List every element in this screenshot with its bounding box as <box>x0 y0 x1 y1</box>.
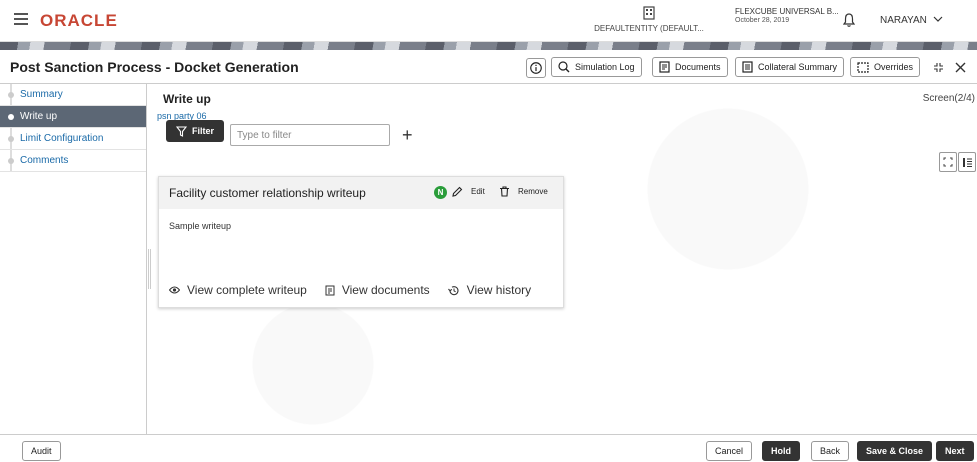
step-dot <box>8 158 14 164</box>
building-icon <box>643 6 655 20</box>
pencil-icon <box>452 186 463 197</box>
page-footer: Audit Cancel Hold Back Save & Close Next <box>0 434 977 462</box>
page-header: Post Sanction Process - Docket Generatio… <box>0 50 977 84</box>
expand-icon[interactable] <box>933 62 944 73</box>
funnel-icon <box>175 125 187 137</box>
collateral-summary-button[interactable]: Collateral Summary <box>735 57 845 77</box>
card-title: Facility customer relationship writeup <box>169 186 366 200</box>
bell-icon[interactable] <box>843 13 855 27</box>
cancel-button[interactable]: Cancel <box>706 441 753 461</box>
hold-button[interactable]: Hold <box>762 441 800 461</box>
view-complete-writeup-label: View complete writeup <box>187 283 307 297</box>
page-title: Post Sanction Process - Docket Generatio… <box>10 59 299 75</box>
oracle-logo: ORACLE <box>40 11 118 30</box>
sidebar-item-label: Limit Configuration <box>20 133 104 144</box>
sidebar-item-label: Summary <box>20 89 63 100</box>
remove-button[interactable]: Remove <box>499 186 548 197</box>
edit-button[interactable]: Edit <box>452 186 485 197</box>
card-header: Facility customer relationship writeup N… <box>159 177 563 209</box>
document-icon <box>325 285 335 295</box>
stage-sidebar: Summary Write up Limit Configuration Com… <box>0 84 147 434</box>
main-content: Write up Screen(2/4) psn party 06 Filter… <box>147 84 977 434</box>
filter-input[interactable] <box>230 124 390 146</box>
sidebar-item-summary[interactable]: Summary <box>0 84 146 106</box>
documents-label: Documents <box>675 62 721 72</box>
info-icon[interactable] <box>526 58 546 78</box>
remove-label: Remove <box>518 187 548 196</box>
panel-splitter[interactable] <box>148 249 151 289</box>
filter-button[interactable]: Filter <box>166 120 224 142</box>
add-icon[interactable]: + <box>402 126 413 144</box>
overrides-button[interactable]: Overrides <box>850 57 921 77</box>
view-documents-label: View documents <box>341 283 430 297</box>
eye-icon <box>169 286 180 294</box>
collateral-summary-label: Collateral Summary <box>758 62 838 72</box>
user-name: NARAYAN <box>880 15 927 26</box>
grid-view-toggle[interactable] <box>939 152 957 172</box>
product-info[interactable]: FLEXCUBE UNIVERSAL B... October 28, 2019 <box>735 7 839 26</box>
next-button[interactable]: Next <box>936 441 974 461</box>
collateral-icon <box>742 61 753 73</box>
overrides-label: Overrides <box>874 62 914 72</box>
simulation-icon <box>558 61 570 73</box>
filter-label: Filter <box>191 126 214 136</box>
view-history-label: View history <box>466 283 532 297</box>
back-button[interactable]: Back <box>811 441 850 461</box>
view-documents-link[interactable]: View documents <box>325 283 430 297</box>
banner-strip <box>0 42 977 50</box>
chevron-down-icon <box>933 16 943 22</box>
entity-selector[interactable]: DEFAULTENTITY (DEFAULT... <box>590 6 708 33</box>
sidebar-item-label: Comments <box>20 155 69 166</box>
sidebar-item-write-up[interactable]: Write up <box>0 106 146 128</box>
edit-label: Edit <box>471 187 485 196</box>
step-dot <box>8 92 14 98</box>
entity-label: DEFAULTENTITY (DEFAULT... <box>594 24 704 33</box>
save-close-button[interactable]: Save & Close <box>857 441 933 461</box>
top-bar: ORACLE DEFAULTENTITY (DEFAULT... FLEXCUB… <box>0 0 977 42</box>
list-view-toggle[interactable] <box>958 152 976 172</box>
grid-view-icon <box>943 157 953 167</box>
document-icon <box>659 61 670 73</box>
overrides-icon <box>857 62 869 73</box>
menu-icon[interactable] <box>14 13 28 25</box>
view-complete-writeup-link[interactable]: View complete writeup <box>169 283 307 297</box>
card-footer: View complete writeup View documents Vie… <box>169 283 531 297</box>
documents-button[interactable]: Documents <box>652 57 728 77</box>
audit-button[interactable]: Audit <box>22 441 61 461</box>
list-view-icon <box>962 157 972 167</box>
simulation-log-button[interactable]: Simulation Log <box>551 57 642 77</box>
user-menu[interactable]: NARAYAN <box>880 15 943 26</box>
sidebar-item-limit-configuration[interactable]: Limit Configuration <box>0 128 146 150</box>
card-body: Sample writeup <box>169 221 232 231</box>
history-icon <box>447 285 459 295</box>
section-title: Write up <box>163 92 211 106</box>
new-badge: N <box>434 186 447 199</box>
simulation-log-label: Simulation Log <box>575 62 635 72</box>
step-dot <box>8 114 14 120</box>
sidebar-item-comments[interactable]: Comments <box>0 150 146 172</box>
writeup-card: Facility customer relationship writeup N… <box>158 176 564 308</box>
product-label: FLEXCUBE UNIVERSAL B... <box>735 7 839 16</box>
close-icon[interactable] <box>955 62 966 73</box>
step-dot <box>8 136 14 142</box>
branch-date: October 28, 2019 <box>735 17 790 24</box>
trash-icon <box>500 186 509 197</box>
screen-counter: Screen(2/4) <box>922 93 975 104</box>
view-history-link[interactable]: View history <box>447 283 532 297</box>
sidebar-item-label: Write up <box>20 111 58 122</box>
